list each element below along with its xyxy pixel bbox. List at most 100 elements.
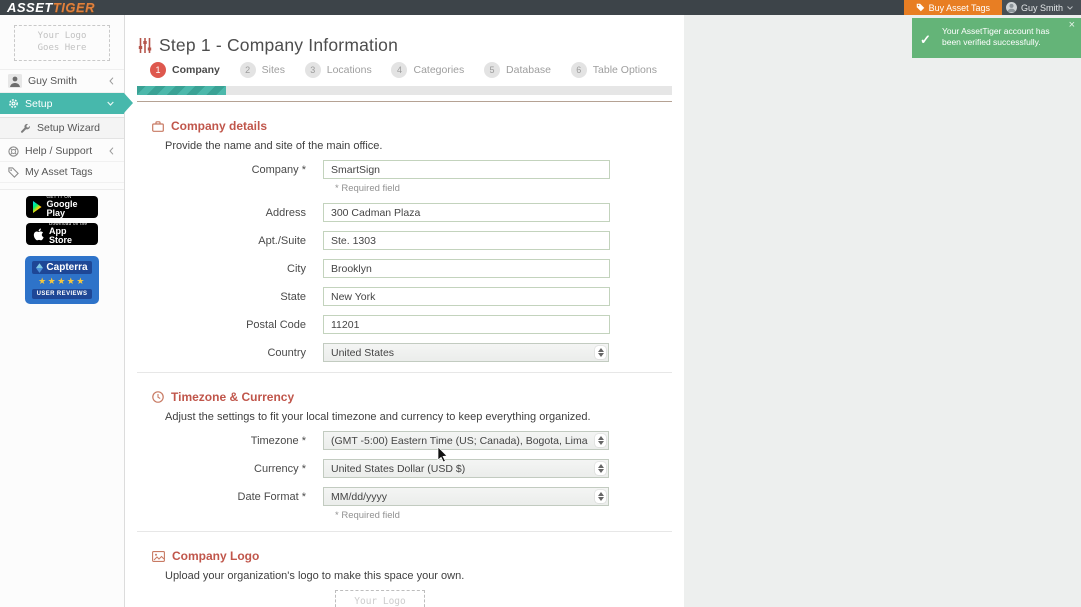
- section-divider: [137, 531, 672, 532]
- user-avatar-icon: [8, 74, 22, 88]
- toast-close-icon[interactable]: ×: [1069, 20, 1075, 31]
- state-label: State: [125, 291, 306, 303]
- select-stepper-icon: [595, 462, 606, 475]
- star-rating: ★★★★★: [38, 277, 86, 286]
- timezone-selected-value: (GMT -5:00) Eastern Time (US; Canada), B…: [331, 435, 588, 447]
- postal-code-input[interactable]: [323, 315, 610, 334]
- currency-select[interactable]: United States Dollar (USD $): [323, 459, 609, 478]
- logo-upload-placeholder[interactable]: Your Logo Goes Here: [335, 590, 425, 607]
- sliders-icon: [138, 38, 152, 53]
- capterra-badge[interactable]: Capterra ★★★★★ USER REVIEWS: [25, 256, 99, 304]
- step-label: Company: [172, 64, 220, 76]
- main-content: Step 1 - Company Information 1 Company 2…: [125, 15, 684, 607]
- section-header: Company Logo: [152, 549, 684, 563]
- step-number: 6: [571, 62, 587, 78]
- buy-asset-tags-button[interactable]: Buy Asset Tags: [904, 0, 1002, 15]
- step-number: 1: [150, 62, 166, 78]
- company-label: Company *: [125, 164, 306, 176]
- form-row-country: Country United States: [125, 343, 684, 362]
- topbar-right: Buy Asset Tags Guy Smith: [904, 0, 1081, 15]
- verification-toast: ✓ Your AssetTiger account has been verif…: [912, 18, 1081, 58]
- step-number: 3: [305, 62, 321, 78]
- logo-placeholder-line2: Goes Here: [38, 43, 87, 55]
- country-select[interactable]: United States: [323, 343, 609, 362]
- google-play-icon: [33, 201, 42, 213]
- tag-icon: [916, 3, 925, 12]
- section-subtitle: Adjust the settings to fit your local ti…: [165, 411, 684, 423]
- step-locations[interactable]: 3 Locations: [305, 62, 372, 78]
- sidebar: Your Logo Goes Here Guy Smith Setup Setu…: [0, 15, 125, 607]
- sidebar-item-label: Setup Wizard: [37, 122, 100, 134]
- app-store-badge[interactable]: Download on the App Store: [26, 223, 98, 245]
- section-header: Company details: [152, 119, 684, 133]
- sidebar-item-label: My Asset Tags: [25, 166, 93, 178]
- image-icon: [152, 551, 165, 562]
- chevron-down-icon: [107, 101, 114, 106]
- date-format-selected-value: MM/dd/yyyy: [331, 491, 387, 503]
- step-label: Sites: [262, 64, 285, 76]
- address-input[interactable]: [323, 203, 610, 222]
- company-input[interactable]: [323, 160, 610, 179]
- step-categories[interactable]: 4 Categories: [391, 62, 464, 78]
- section-timezone-currency: Timezone & Currency Adjust the settings …: [125, 390, 684, 521]
- sidebar-item-setup[interactable]: Setup: [0, 93, 124, 114]
- brand-part-asset: ASSET: [7, 0, 53, 15]
- step-database[interactable]: 5 Database: [484, 62, 551, 78]
- step-label: Database: [506, 64, 551, 76]
- page-title: Step 1 - Company Information: [159, 35, 398, 56]
- form-row-state: State: [125, 287, 684, 306]
- buy-asset-tags-label: Buy Asset Tags: [929, 3, 990, 13]
- section-divider: [137, 372, 672, 373]
- sidebar-item-setup-wizard[interactable]: Setup Wizard: [0, 117, 124, 139]
- section-header: Timezone & Currency: [152, 390, 684, 404]
- user-name: Guy Smith: [1021, 3, 1063, 13]
- step-company[interactable]: 1 Company: [150, 62, 220, 78]
- step-sites[interactable]: 2 Sites: [240, 62, 285, 78]
- section-subtitle: Provide the name and site of the main of…: [165, 140, 684, 152]
- address-label: Address: [125, 207, 306, 219]
- form-row-apt-suite: Apt./Suite: [125, 231, 684, 250]
- select-stepper-icon: [595, 490, 606, 503]
- app-store-line2: App Store: [49, 227, 91, 247]
- timezone-select[interactable]: (GMT -5:00) Eastern Time (US; Canada), B…: [323, 431, 609, 450]
- wizard-progress-fill: [137, 86, 226, 95]
- step-table-options[interactable]: 6 Table Options: [571, 62, 657, 78]
- sidebar-logo-placeholder[interactable]: Your Logo Goes Here: [14, 25, 110, 61]
- form-row-city: City: [125, 259, 684, 278]
- section-title: Company Logo: [172, 549, 259, 563]
- select-stepper-icon: [595, 346, 606, 359]
- postal-code-label: Postal Code: [125, 319, 306, 331]
- sidebar-item-help-support[interactable]: Help / Support: [0, 141, 124, 162]
- capterra-caption: USER REVIEWS: [32, 289, 93, 299]
- apt-suite-input[interactable]: [323, 231, 610, 250]
- section-title: Timezone & Currency: [171, 390, 294, 404]
- chevron-left-icon[interactable]: [109, 77, 114, 85]
- section-company-logo: Company Logo Upload your organization's …: [125, 549, 684, 607]
- top-bar: ASSETTIGER Buy Asset Tags Guy Smith: [0, 0, 1081, 15]
- sidebar-user-row[interactable]: Guy Smith: [0, 69, 124, 93]
- form-row-company: Company *: [125, 160, 684, 179]
- step-number: 2: [240, 62, 256, 78]
- date-format-select[interactable]: MM/dd/yyyy: [323, 487, 609, 506]
- assettiger-logo[interactable]: ASSETTIGER: [0, 0, 95, 15]
- chevron-left-icon: [109, 147, 114, 155]
- date-format-label: Date Format *: [125, 491, 306, 503]
- sidebar-nav: Setup Setup Wizard Help / Support: [0, 93, 124, 183]
- form-row-postal-code: Postal Code: [125, 315, 684, 334]
- google-play-badge[interactable]: GET IT ON Google Play: [26, 196, 98, 218]
- sidebar-item-label: Help / Support: [25, 145, 92, 157]
- state-input[interactable]: [323, 287, 610, 306]
- required-field-note: * Required field: [335, 183, 684, 194]
- title-divider: [137, 101, 672, 102]
- user-menu[interactable]: Guy Smith: [1002, 0, 1081, 15]
- step-number: 5: [484, 62, 500, 78]
- form-row-currency: Currency * United States Dollar (USD $): [125, 459, 684, 478]
- section-company-details: Company details Provide the name and sit…: [125, 119, 684, 362]
- city-input[interactable]: [323, 259, 610, 278]
- user-avatar: [1006, 2, 1017, 13]
- sidebar-item-my-asset-tags[interactable]: My Asset Tags: [0, 162, 124, 183]
- capterra-name: Capterra: [46, 262, 87, 273]
- step-number: 4: [391, 62, 407, 78]
- step-label: Locations: [327, 64, 372, 76]
- check-icon: ✓: [920, 31, 931, 49]
